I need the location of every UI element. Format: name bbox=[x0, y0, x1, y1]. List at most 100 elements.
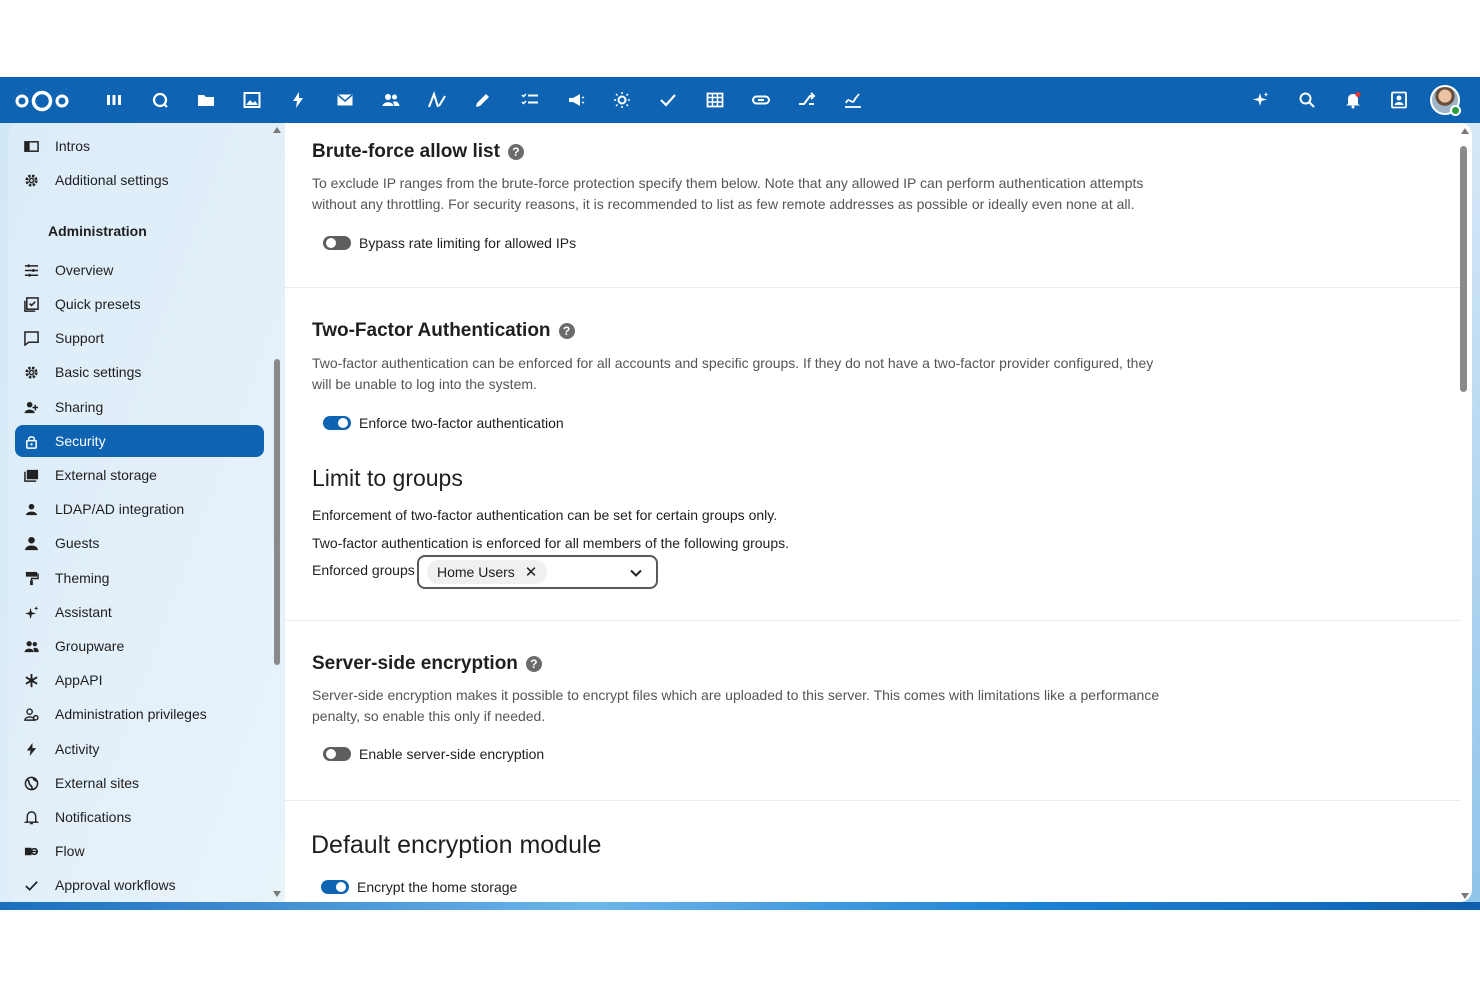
sidebar-item-basic-settings[interactable]: Basic settings bbox=[15, 356, 264, 388]
sidebar-item-label: Administration privileges bbox=[55, 706, 207, 722]
sidebar-scroll-down-icon[interactable] bbox=[273, 891, 281, 897]
security-settings-panel: Brute-force allow list ? To exclude IP r… bbox=[285, 123, 1472, 902]
sidebar-item-theming[interactable]: Theming bbox=[15, 562, 264, 594]
announcements-icon[interactable] bbox=[565, 89, 587, 111]
sidebar-item-activity[interactable]: Activity bbox=[15, 733, 264, 765]
bypass-rate-limiting-toggle-row[interactable]: Bypass rate limiting for allowed IPs bbox=[323, 235, 576, 251]
sidebar-scroll-up-icon[interactable] bbox=[273, 127, 281, 133]
sidebar-item-flow[interactable]: Flow bbox=[15, 835, 264, 867]
activity-icon bbox=[23, 741, 39, 757]
sidebar-item-overview[interactable]: Overview bbox=[15, 254, 264, 286]
sidebar-item-guests[interactable]: Guests bbox=[15, 527, 264, 559]
twofactor-title-text: Two-Factor Authentication bbox=[312, 320, 551, 341]
nextcloud-logo[interactable] bbox=[14, 89, 70, 113]
bell-icon bbox=[23, 809, 39, 825]
sidebar-heading-administration: Administration bbox=[48, 223, 147, 239]
guest-icon bbox=[23, 535, 39, 551]
sidebar-item-label: Guests bbox=[55, 535, 100, 551]
sidebar-item-label: Groupware bbox=[55, 638, 125, 654]
sidebar-item-label: Security bbox=[55, 433, 106, 449]
sidebar-item-assistant[interactable]: Assistant bbox=[15, 596, 264, 628]
files-icon[interactable] bbox=[195, 89, 217, 111]
text-icon[interactable] bbox=[426, 89, 448, 111]
enable-encryption-toggle[interactable] bbox=[323, 747, 351, 761]
tasks-icon[interactable] bbox=[519, 89, 541, 111]
appapi-icon bbox=[23, 672, 39, 688]
sidebar-item-ldap[interactable]: LDAP/AD integration bbox=[15, 493, 264, 525]
sidebar-item-appapi[interactable]: AppAPI bbox=[15, 664, 264, 696]
notifications-icon[interactable] bbox=[1342, 89, 1364, 111]
sidebar-item-label: Approval workflows bbox=[55, 877, 176, 893]
sidebar-item-label: Flow bbox=[55, 843, 85, 859]
enable-encryption-toggle-row[interactable]: Enable server-side encryption bbox=[323, 746, 544, 762]
dashboard-icon[interactable] bbox=[103, 89, 125, 111]
content-scrollbar[interactable] bbox=[1460, 146, 1467, 392]
content-scroll-down-icon[interactable] bbox=[1461, 893, 1469, 899]
content-scroll-up-icon[interactable] bbox=[1461, 128, 1469, 134]
section-divider bbox=[285, 287, 1460, 288]
photos-icon[interactable] bbox=[241, 89, 263, 111]
help-icon[interactable]: ? bbox=[507, 144, 524, 160]
sidebar-item-intros[interactable]: Intros bbox=[15, 130, 264, 162]
sidebar-item-external-storage[interactable]: External storage bbox=[15, 459, 264, 491]
bruteforce-description: To exclude IP ranges from the brute-forc… bbox=[312, 175, 1144, 212]
weather-icon[interactable] bbox=[611, 89, 633, 111]
search-icon[interactable] bbox=[1296, 89, 1318, 111]
chevron-down-icon[interactable] bbox=[630, 567, 642, 579]
sidebar-item-label: Sharing bbox=[55, 399, 104, 415]
help-icon[interactable]: ? bbox=[558, 323, 575, 339]
sidebar-item-label: Theming bbox=[55, 570, 110, 586]
help-icon[interactable]: ? bbox=[525, 656, 542, 672]
encryption-description: Server-side encryption makes it possible… bbox=[312, 687, 1160, 724]
bypass-rate-limiting-toggle[interactable] bbox=[323, 236, 351, 250]
talk-icon[interactable] bbox=[149, 89, 171, 111]
contacts-menu-icon[interactable] bbox=[1388, 89, 1410, 111]
sidebar-item-additional-settings[interactable]: Additional settings bbox=[15, 164, 264, 196]
sidebar-item-approval-workflows[interactable]: Approval workflows bbox=[15, 869, 264, 901]
bottom-gradient-bar bbox=[0, 902, 1480, 910]
encryption-title-text: Server-side encryption bbox=[312, 653, 518, 674]
settings-sidebar: Intros Additional settings Administratio… bbox=[8, 123, 285, 902]
enforce-twofactor-toggle-row[interactable]: Enforce two-factor authentication bbox=[323, 415, 564, 431]
assistant-icon[interactable] bbox=[1250, 89, 1272, 111]
flow-icon[interactable] bbox=[796, 89, 818, 111]
group-chip-label: Home Users bbox=[437, 564, 515, 580]
sidebar-item-label: Assistant bbox=[55, 604, 112, 620]
sidebar-item-administration-privileges[interactable]: Administration privileges bbox=[15, 698, 264, 730]
mail-icon[interactable] bbox=[334, 89, 356, 111]
toggle-label: Enable server-side encryption bbox=[359, 746, 545, 762]
remove-group-icon[interactable]: ✕ bbox=[525, 563, 538, 581]
group-chip-home-users: Home Users ✕ bbox=[427, 560, 548, 584]
encrypt-home-storage-toggle[interactable] bbox=[321, 880, 349, 894]
sign-icon[interactable] bbox=[842, 89, 864, 111]
sidebar-item-quick-presets[interactable]: Quick presets bbox=[15, 288, 264, 320]
enforced-groups-dropdown[interactable]: Home Users ✕ bbox=[417, 555, 658, 589]
flow-icon bbox=[23, 843, 39, 859]
toggle-label: Enforce two-factor authentication bbox=[359, 415, 564, 431]
sidebar-item-security[interactable]: Security bbox=[15, 425, 264, 457]
enforce-twofactor-toggle[interactable] bbox=[323, 416, 351, 430]
globe-icon bbox=[23, 775, 39, 791]
deck-icon[interactable] bbox=[657, 89, 679, 111]
sidebar-item-label: LDAP/AD integration bbox=[55, 501, 185, 517]
encrypt-home-storage-toggle-row[interactable]: Encrypt the home storage bbox=[321, 879, 517, 895]
activity-icon[interactable] bbox=[287, 89, 309, 111]
sidebar-scrollbar[interactable] bbox=[274, 359, 280, 665]
toggle-label: Encrypt the home storage bbox=[357, 879, 518, 895]
contacts-icon[interactable] bbox=[380, 89, 402, 111]
intros-icon bbox=[23, 138, 39, 154]
sidebar-item-notifications[interactable]: Notifications bbox=[15, 801, 264, 833]
sidebar-item-external-sites[interactable]: External sites bbox=[15, 767, 264, 799]
group-icon bbox=[23, 638, 39, 654]
sidebar-item-sharing[interactable]: Sharing bbox=[15, 391, 264, 423]
sidebar-item-label: External storage bbox=[55, 467, 157, 483]
tables-icon[interactable] bbox=[704, 89, 726, 111]
limit-to-groups-title: Limit to groups bbox=[312, 465, 463, 491]
default-encryption-module-title: Default encryption module bbox=[311, 831, 602, 859]
toggle-label: Bypass rate limiting for allowed IPs bbox=[359, 235, 577, 251]
sidebar-item-groupware[interactable]: Groupware bbox=[15, 630, 264, 662]
online-status-icon bbox=[1450, 105, 1461, 116]
links-icon[interactable] bbox=[750, 89, 772, 111]
notes-icon[interactable] bbox=[472, 89, 494, 111]
sidebar-item-support[interactable]: Support bbox=[15, 322, 264, 354]
